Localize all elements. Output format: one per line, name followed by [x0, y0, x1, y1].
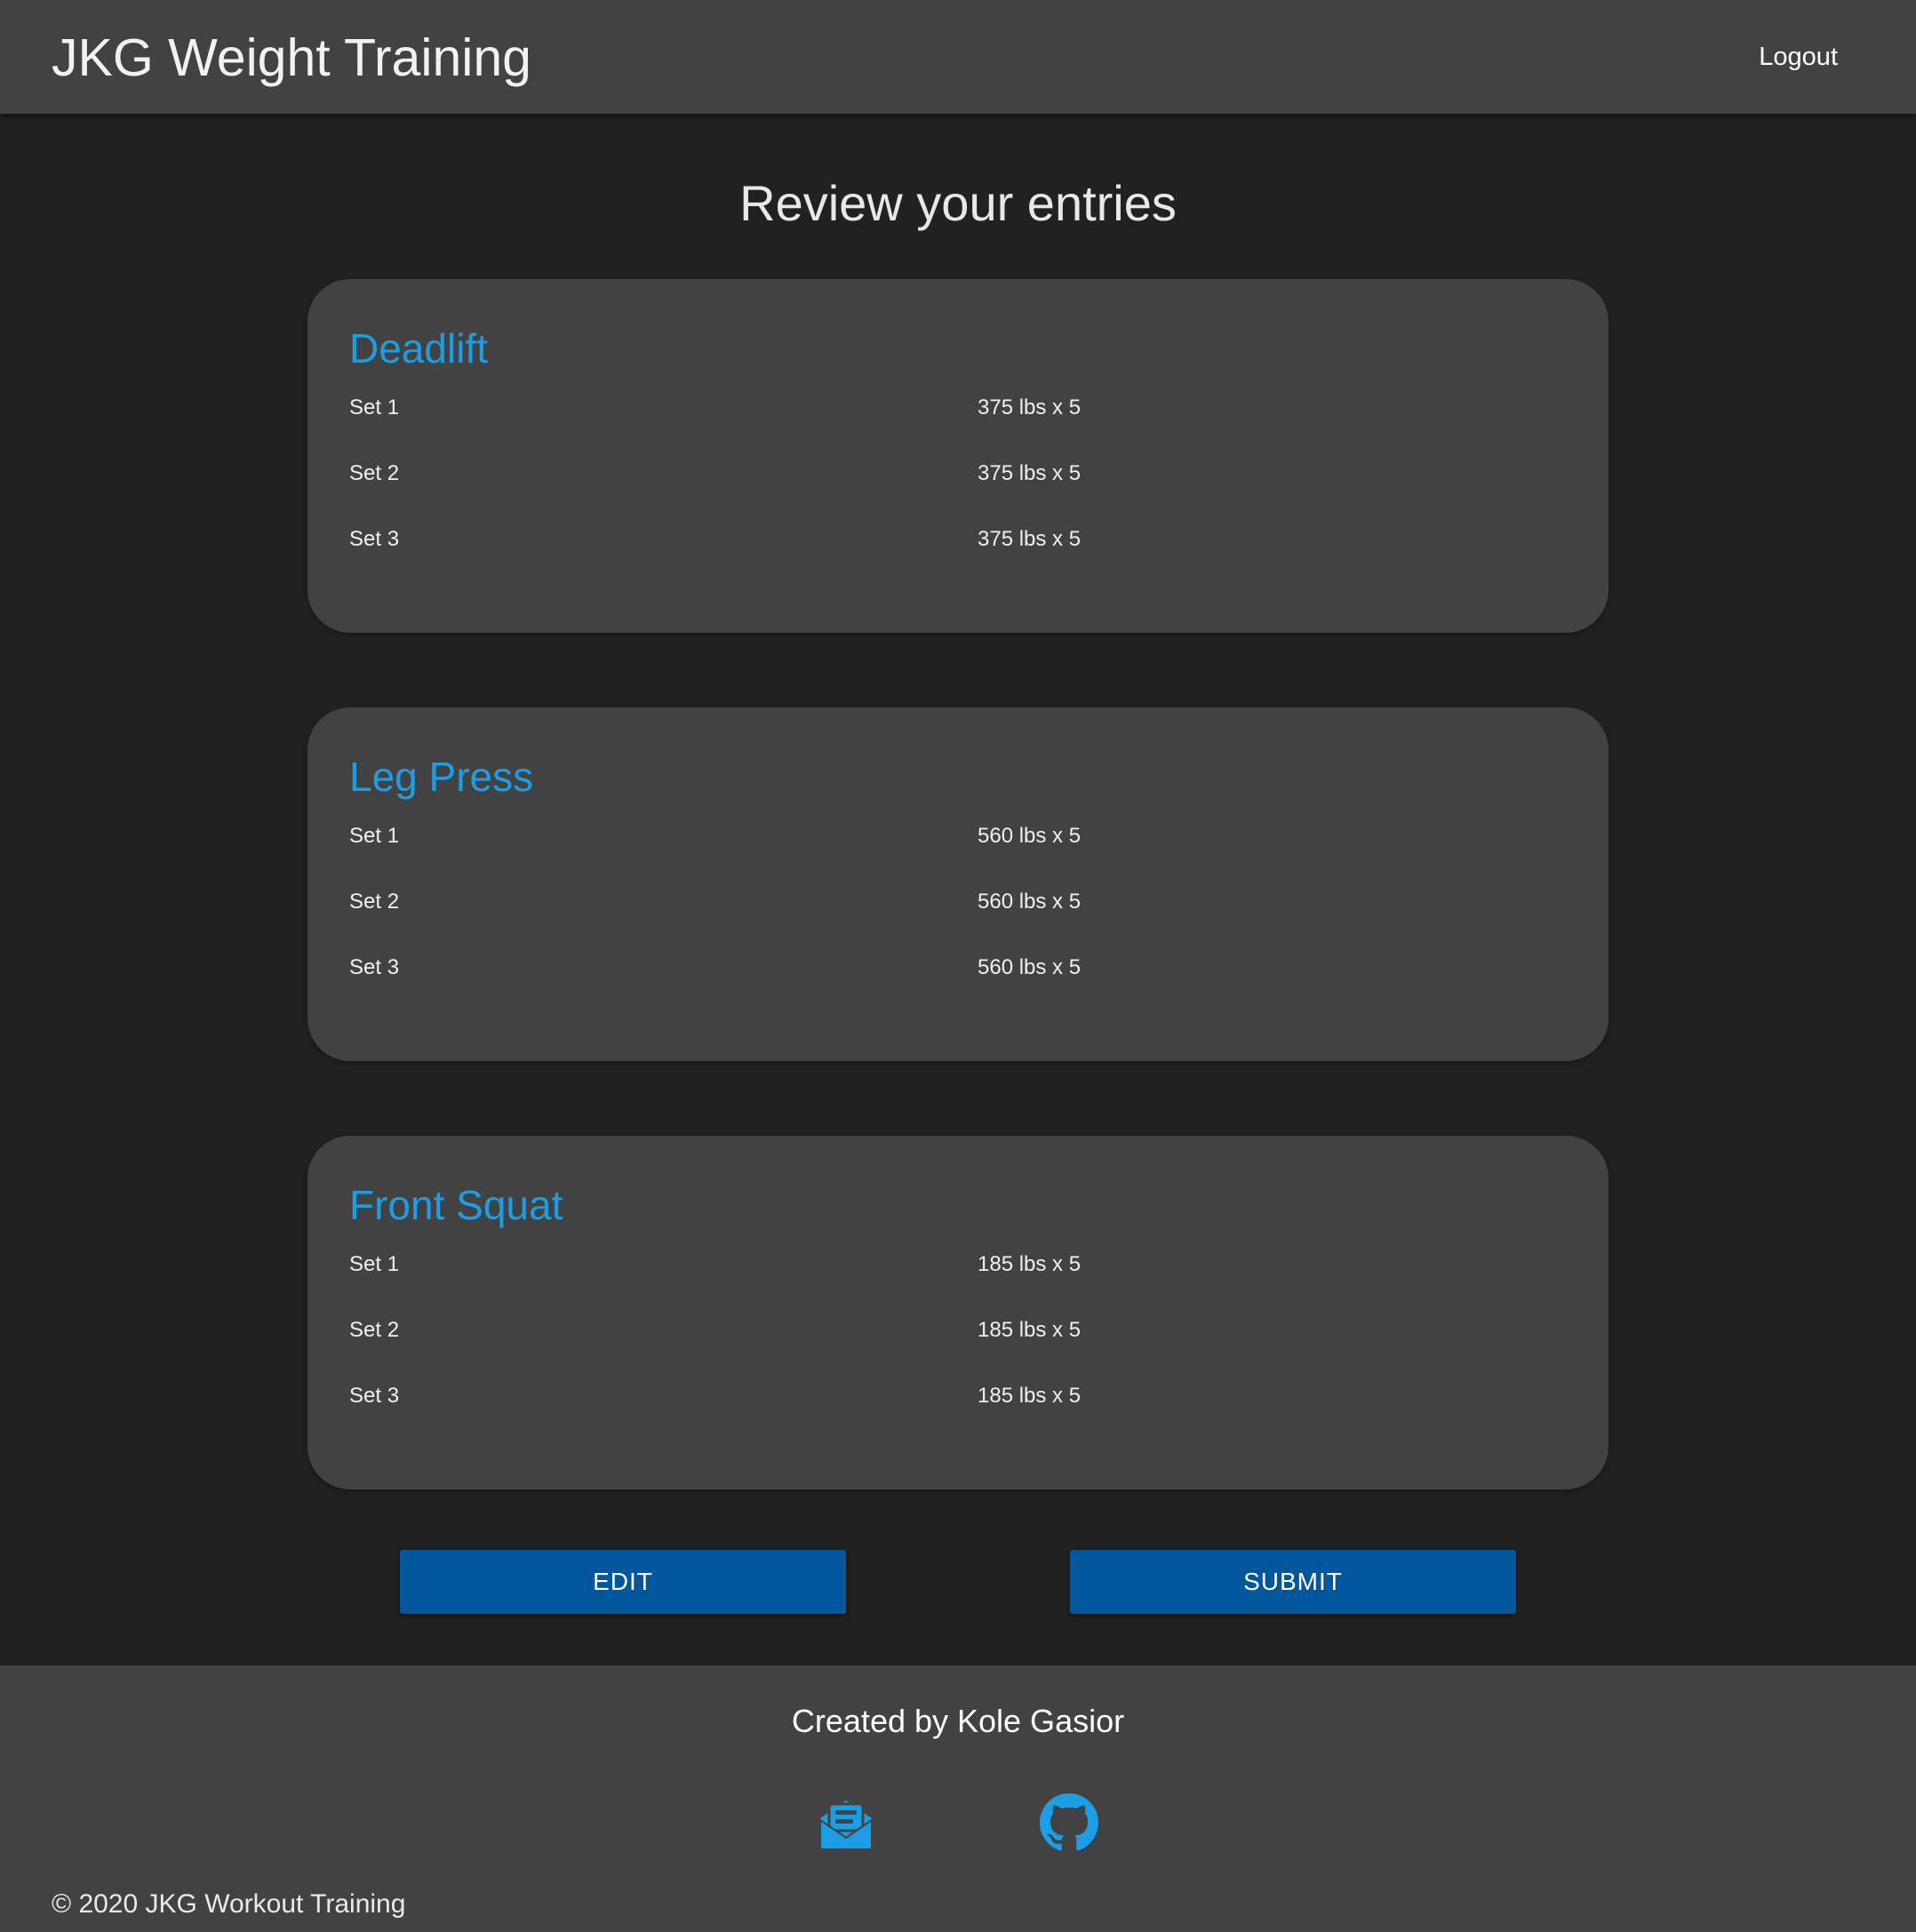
set-row: Set 2 185 lbs x 5	[349, 1314, 1567, 1346]
app-bar: JKG Weight Training Logout	[0, 0, 1916, 114]
set-value: 560 lbs x 5	[978, 824, 1082, 848]
exercise-title: Front Squat	[349, 1182, 563, 1228]
exercise-title: Deadlift	[349, 325, 488, 371]
set-value: 375 lbs x 5	[978, 461, 1082, 485]
set-value: 185 lbs x 5	[978, 1384, 1082, 1408]
footer: Created by Kole Gasior © 2020 JKG Workou…	[0, 1665, 1916, 1932]
exercise-card-deadlift: Deadlift Set 1 375 lbs x 5 Set 2 375 lbs…	[307, 279, 1609, 633]
set-label: Set 1	[349, 1252, 400, 1276]
exercise-card-front-squat: Front Squat Set 1 185 lbs x 5 Set 2 185 …	[307, 1136, 1609, 1489]
set-label: Set 2	[349, 890, 400, 914]
page-title: Review your entries	[739, 175, 1177, 231]
set-row: Set 2 560 lbs x 5	[349, 886, 1567, 918]
set-label: Set 1	[349, 395, 400, 419]
submit-button[interactable]: SUBMIT	[1070, 1550, 1516, 1614]
set-label: Set 2	[349, 461, 400, 485]
set-value: 560 lbs x 5	[978, 955, 1082, 979]
set-row: Set 3 375 lbs x 5	[349, 523, 1567, 555]
credit-text: Created by Kole Gasior	[791, 1703, 1125, 1739]
exercise-title: Leg Press	[349, 754, 534, 800]
set-value: 560 lbs x 5	[978, 890, 1082, 914]
set-label: Set 3	[349, 955, 400, 979]
set-row: Set 3 185 lbs x 5	[349, 1380, 1567, 1412]
set-value: 185 lbs x 5	[978, 1252, 1082, 1276]
copyright-text: © 2020 JKG Workout Training	[52, 1889, 406, 1919]
set-label: Set 3	[349, 1384, 400, 1408]
set-value: 185 lbs x 5	[978, 1318, 1082, 1342]
github-icon[interactable]	[1040, 1793, 1098, 1852]
logout-link[interactable]: Logout	[1759, 39, 1838, 75]
set-row: Set 1 185 lbs x 5	[349, 1249, 1567, 1281]
set-row: Set 1 560 lbs x 5	[349, 820, 1567, 852]
app-title: JKG Weight Training	[52, 28, 531, 87]
exercise-card-leg-press: Leg Press Set 1 560 lbs x 5 Set 2 560 lb…	[307, 707, 1609, 1061]
set-row: Set 1 375 lbs x 5	[349, 392, 1567, 424]
set-label: Set 3	[349, 527, 400, 551]
set-row: Set 3 560 lbs x 5	[349, 952, 1567, 984]
set-label: Set 1	[349, 824, 400, 848]
set-value: 375 lbs x 5	[978, 527, 1082, 551]
set-label: Set 2	[349, 1318, 400, 1342]
email-open-icon[interactable]	[817, 1793, 875, 1852]
set-value: 375 lbs x 5	[978, 395, 1082, 419]
edit-button[interactable]: EDIT	[400, 1550, 846, 1614]
set-row: Set 2 375 lbs x 5	[349, 458, 1567, 490]
